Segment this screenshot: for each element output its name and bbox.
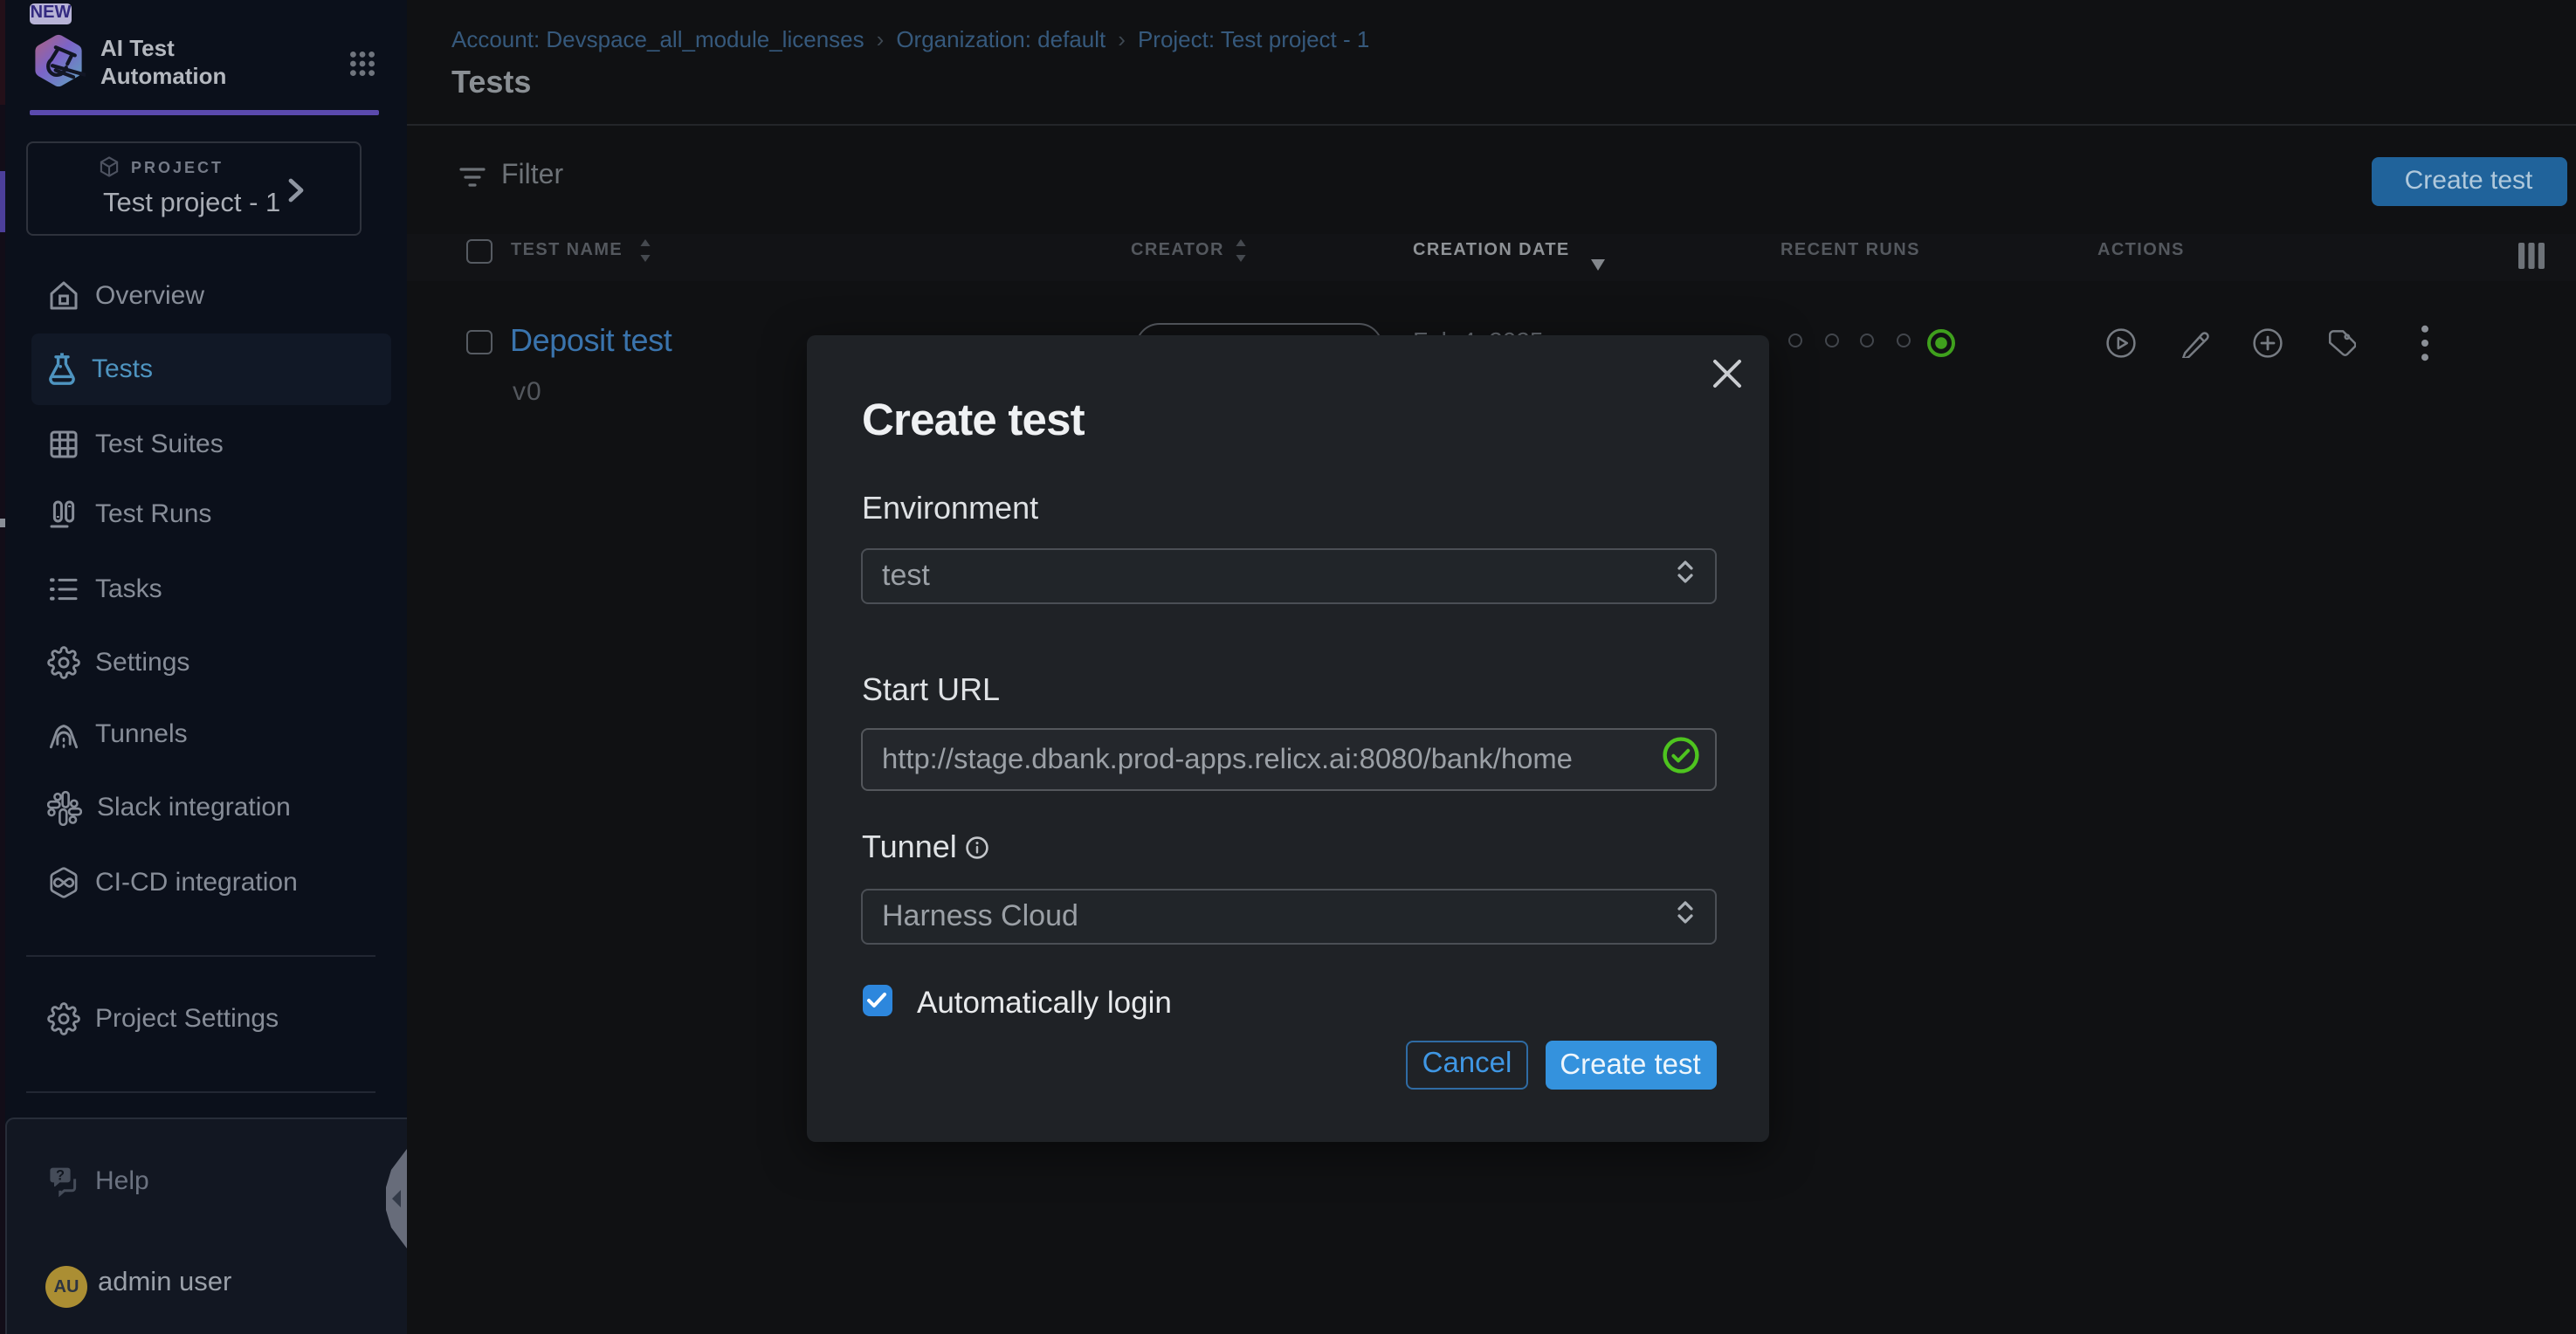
svg-text:?: ? bbox=[56, 1168, 65, 1184]
